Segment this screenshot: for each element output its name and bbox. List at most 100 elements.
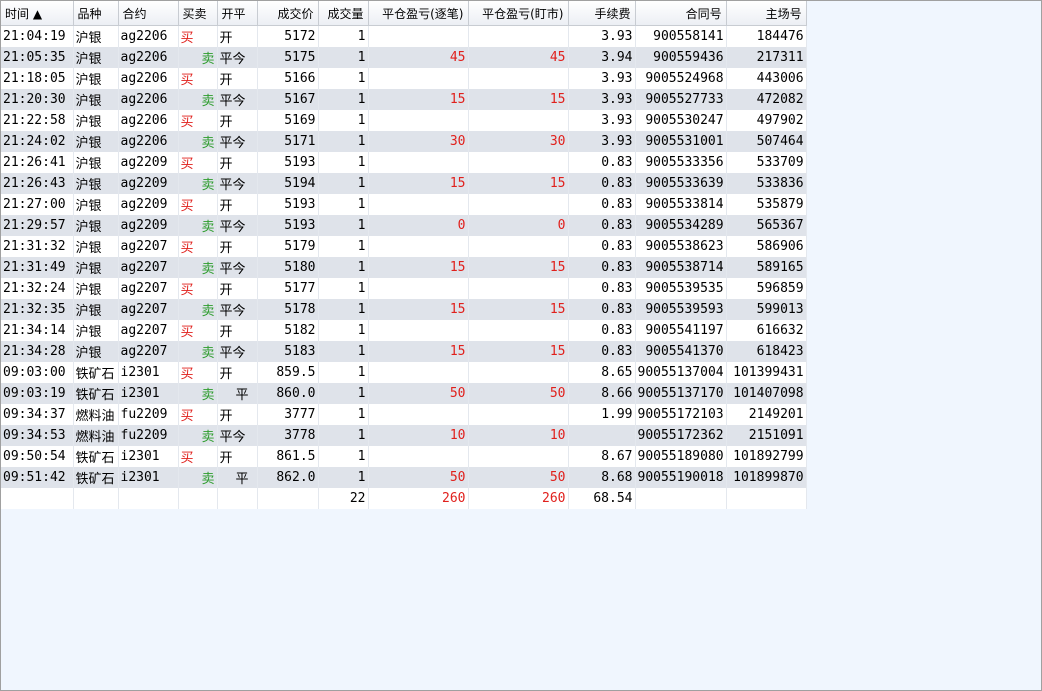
table-row[interactable]: 21:31:32 沪银 ag2207 买开 5179 1 0.83 9005538623 586…	[1, 236, 807, 257]
table-row[interactable]: 21:34:14 沪银 ag2207 买开 5182 1 0.83 9005541197 616…	[1, 320, 807, 341]
table-row[interactable]: 09:50:54 铁矿石 i2301 买开 861.5 1 8.67 90055189080 1…	[1, 446, 807, 467]
cell-product: 沪银	[73, 89, 119, 110]
table-row[interactable]: 09:34:53 燃料油 fu2209 卖平今 3778 1 10 10 90055172362…	[1, 425, 807, 446]
cell-pnl-mtm: 0	[468, 215, 569, 236]
cell-contract: ag2207	[118, 341, 179, 362]
cell-time: 09:51:42	[1, 467, 74, 488]
cell-order-no: 9005541370	[635, 341, 727, 362]
column-header-quantity[interactable]: 成交量	[318, 1, 369, 26]
cell-exchange-no: 589165	[726, 257, 807, 278]
cell-fee: 0.83	[568, 278, 636, 299]
totals-spacer	[217, 488, 258, 509]
cell-time: 21:24:02	[1, 131, 74, 152]
cell-side: 买	[178, 25, 218, 47]
cell-fee: 3.93	[568, 68, 636, 89]
cell-time: 09:03:00	[1, 362, 74, 383]
cell-quantity: 1	[318, 278, 369, 299]
column-header-pnl-trade[interactable]: 平仓盈亏(逐笔)	[368, 1, 469, 26]
cell-price: 5183	[257, 341, 319, 362]
column-header-pnl-mtm[interactable]: 平仓盈亏(盯市)	[468, 1, 569, 26]
column-header-offset[interactable]: 开平	[217, 1, 258, 26]
totals-spacer	[635, 488, 727, 509]
cell-offset: 开	[217, 25, 258, 47]
table-row[interactable]: 21:24:02 沪银 ag2206 卖平今 5171 1 30 30 3.93 90055310…	[1, 131, 807, 152]
cell-product: 沪银	[73, 278, 119, 299]
cell-product: 沪银	[73, 257, 119, 278]
cell-quantity: 1	[318, 320, 369, 341]
cell-side: 买	[178, 404, 218, 425]
trade-records-panel: 时间 ▲ 品种 合约 买卖 开平 成交价 成交量 平仓盈亏(逐笔) 平仓盈亏(盯…	[0, 0, 1042, 691]
cell-time: 09:03:19	[1, 383, 74, 404]
cell-order-no: 9005531001	[635, 131, 727, 152]
cell-product: 沪银	[73, 299, 119, 320]
table-row[interactable]: 21:27:00 沪银 ag2209 买开 5193 1 0.83 9005533814 535…	[1, 194, 807, 215]
table-row[interactable]: 21:26:41 沪银 ag2209 买开 5193 1 0.83 9005533356 533…	[1, 152, 807, 173]
cell-contract: ag2209	[118, 215, 179, 236]
column-header-side[interactable]: 买卖	[178, 1, 218, 26]
table-row[interactable]: 09:03:19 铁矿石 i2301 卖平 860.0 1 50 50 8.66 90055137…	[1, 383, 807, 404]
table-row[interactable]: 21:26:43 沪银 ag2209 卖平今 5194 1 15 15 0.83 90055336…	[1, 173, 807, 194]
cell-order-no: 9005530247	[635, 110, 727, 131]
column-header-product[interactable]: 品种	[73, 1, 119, 26]
cell-exchange-no: 618423	[726, 341, 807, 362]
cell-offset: 开	[217, 152, 258, 173]
cell-pnl-mtm	[468, 194, 569, 215]
table-row[interactable]: 21:05:35 沪银 ag2206 卖平今 5175 1 45 45 3.94 90055943…	[1, 47, 807, 68]
cell-pnl-mtm	[468, 404, 569, 425]
cell-price: 860.0	[257, 383, 319, 404]
table-row[interactable]: 21:32:24 沪银 ag2207 买开 5177 1 0.83 9005539535 596…	[1, 278, 807, 299]
cell-exchange-no: 586906	[726, 236, 807, 257]
table-row[interactable]: 21:32:35 沪银 ag2207 卖平今 5178 1 15 15 0.83 90055395…	[1, 299, 807, 320]
table-row[interactable]: 21:22:58 沪银 ag2206 买开 5169 1 3.93 9005530247 497…	[1, 110, 807, 131]
table-row[interactable]: 09:34:37 燃料油 fu2209 买开 3777 1 1.99 90055172103 2…	[1, 404, 807, 425]
cell-time: 21:31:32	[1, 236, 74, 257]
cell-quantity: 1	[318, 404, 369, 425]
column-header-time[interactable]: 时间 ▲	[1, 1, 74, 26]
table-row[interactable]: 21:04:19 沪银 ag2206 买开 5172 1 3.93 900558141 1844…	[1, 25, 807, 47]
cell-fee: 3.93	[568, 89, 636, 110]
table-row[interactable]: 21:29:57 沪银 ag2209 卖平今 5193 1 0 0 0.83 9005534289…	[1, 215, 807, 236]
table-row[interactable]: 21:20:30 沪银 ag2206 卖平今 5167 1 15 15 3.93 90055277…	[1, 89, 807, 110]
column-header-fee[interactable]: 手续费	[568, 1, 636, 26]
cell-product: 沪银	[73, 131, 119, 152]
cell-contract: ag2206	[118, 131, 179, 152]
cell-quantity: 1	[318, 362, 369, 383]
table-row[interactable]: 21:34:28 沪银 ag2207 卖平今 5183 1 15 15 0.83 90055413…	[1, 341, 807, 362]
cell-fee: 8.68	[568, 467, 636, 488]
cell-time: 21:18:05	[1, 68, 74, 89]
cell-quantity: 1	[318, 152, 369, 173]
column-header-price[interactable]: 成交价	[257, 1, 319, 26]
cell-pnl-mtm	[468, 320, 569, 341]
table-row[interactable]: 21:31:49 沪银 ag2207 卖平今 5180 1 15 15 0.83 90055387…	[1, 257, 807, 278]
cell-quantity: 1	[318, 425, 369, 446]
cell-pnl-trade: 50	[368, 383, 469, 404]
cell-contract: ag2209	[118, 194, 179, 215]
cell-fee: 0.83	[568, 173, 636, 194]
cell-exchange-no: 101899870	[726, 467, 807, 488]
column-header-exchange-no[interactable]: 主场号	[726, 1, 807, 26]
total-fee: 68.54	[568, 488, 636, 509]
cell-time: 21:29:57	[1, 215, 74, 236]
cell-price: 5175	[257, 47, 319, 68]
cell-contract: ag2206	[118, 89, 179, 110]
cell-price: 5169	[257, 110, 319, 131]
table-row[interactable]: 09:03:00 铁矿石 i2301 买开 859.5 1 8.65 90055137004 1…	[1, 362, 807, 383]
cell-contract: ag2207	[118, 257, 179, 278]
cell-time: 09:34:37	[1, 404, 74, 425]
cell-offset: 平今	[217, 341, 258, 362]
cell-time: 21:34:28	[1, 341, 74, 362]
table-row[interactable]: 09:51:42 铁矿石 i2301 卖平 862.0 1 50 50 8.68 90055190…	[1, 467, 807, 488]
cell-pnl-trade	[368, 152, 469, 173]
totals-spacer	[257, 488, 319, 509]
cell-quantity: 1	[318, 341, 369, 362]
table-row[interactable]: 21:18:05 沪银 ag2206 买开 5166 1 3.93 9005524968 443…	[1, 68, 807, 89]
column-header-order-no[interactable]: 合同号	[635, 1, 727, 26]
cell-time: 21:20:30	[1, 89, 74, 110]
cell-quantity: 1	[318, 25, 369, 47]
cell-pnl-trade: 0	[368, 215, 469, 236]
column-header-contract[interactable]: 合约	[118, 1, 179, 26]
cell-pnl-trade	[368, 110, 469, 131]
cell-order-no: 9005533356	[635, 152, 727, 173]
cell-product: 沪银	[73, 236, 119, 257]
cell-pnl-trade	[368, 236, 469, 257]
